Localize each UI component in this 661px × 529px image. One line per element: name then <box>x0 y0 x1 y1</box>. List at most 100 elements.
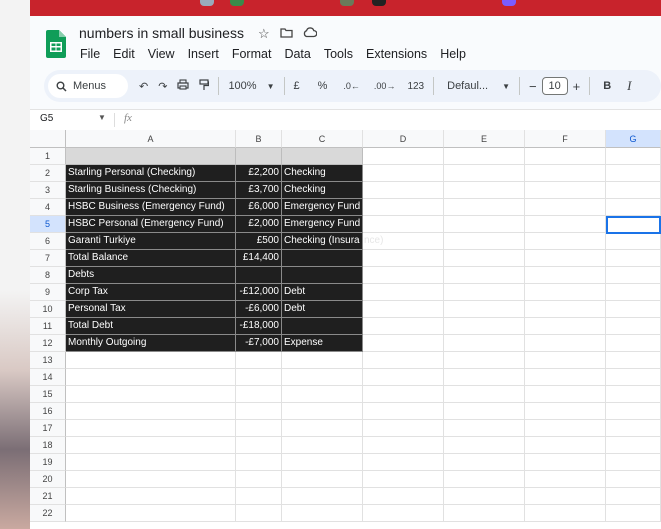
cell-d8[interactable] <box>363 267 444 284</box>
cell-a14[interactable] <box>66 369 236 386</box>
cell-c3[interactable]: Checking <box>282 182 363 199</box>
cell-b9[interactable]: -£12,000 <box>236 284 282 301</box>
cell-e9[interactable] <box>444 284 525 301</box>
cell-g6[interactable] <box>606 233 661 250</box>
cell-e3[interactable] <box>444 182 525 199</box>
row-header-6[interactable]: 6 <box>30 233 66 250</box>
cell-g3[interactable] <box>606 182 661 199</box>
cell-a21[interactable] <box>66 488 236 505</box>
cell-f8[interactable] <box>525 267 606 284</box>
cell-e8[interactable] <box>444 267 525 284</box>
cell-f4[interactable] <box>525 199 606 216</box>
cell-c11[interactable] <box>282 318 363 335</box>
cell-b11[interactable]: -£18,000 <box>236 318 282 335</box>
cell-d1[interactable] <box>363 148 444 165</box>
paint-format-icon[interactable] <box>194 78 214 94</box>
row-header-19[interactable]: 19 <box>30 454 66 471</box>
cell-c9[interactable]: Debt <box>282 284 363 301</box>
cell-d5[interactable] <box>363 216 444 233</box>
cell-f2[interactable] <box>525 165 606 182</box>
cell-c21[interactable] <box>282 488 363 505</box>
cell-d2[interactable] <box>363 165 444 182</box>
cell-e1[interactable] <box>444 148 525 165</box>
cell-b4[interactable]: £6,000 <box>236 199 282 216</box>
cell-d22[interactable] <box>363 505 444 522</box>
cell-a5[interactable]: HSBC Personal (Emergency Fund) <box>66 216 236 233</box>
column-header-f[interactable]: F <box>525 130 606 148</box>
cell-b7[interactable]: £14,400 <box>236 250 282 267</box>
undo-icon[interactable]: ↶ <box>134 80 153 93</box>
cell-d15[interactable] <box>363 386 444 403</box>
cell-d11[interactable] <box>363 318 444 335</box>
cell-f9[interactable] <box>525 284 606 301</box>
font-chevron-down-icon[interactable]: ▼ <box>497 82 515 91</box>
cell-f1[interactable] <box>525 148 606 165</box>
cell-g4[interactable] <box>606 199 661 216</box>
currency-format-button[interactable]: £ <box>289 80 305 92</box>
menu-insert[interactable]: Insert <box>188 47 219 61</box>
star-icon[interactable]: ☆ <box>258 26 270 42</box>
cell-e22[interactable] <box>444 505 525 522</box>
cell-d14[interactable] <box>363 369 444 386</box>
row-header-7[interactable]: 7 <box>30 250 66 267</box>
cell-d21[interactable] <box>363 488 444 505</box>
cell-b15[interactable] <box>236 386 282 403</box>
column-header-e[interactable]: E <box>444 130 525 148</box>
cell-f13[interactable] <box>525 352 606 369</box>
cell-a1[interactable] <box>66 148 236 165</box>
cell-a8[interactable]: Debts <box>66 267 236 284</box>
row-header-3[interactable]: 3 <box>30 182 66 199</box>
column-header-b[interactable]: B <box>236 130 282 148</box>
cell-e17[interactable] <box>444 420 525 437</box>
row-header-22[interactable]: 22 <box>30 505 66 522</box>
cell-c7[interactable] <box>282 250 363 267</box>
cell-f20[interactable] <box>525 471 606 488</box>
menu-extensions[interactable]: Extensions <box>366 47 427 61</box>
menu-help[interactable]: Help <box>440 47 466 61</box>
cell-d17[interactable] <box>363 420 444 437</box>
cell-g19[interactable] <box>606 454 661 471</box>
menu-format[interactable]: Format <box>232 47 272 61</box>
cell-e16[interactable] <box>444 403 525 420</box>
cell-g17[interactable] <box>606 420 661 437</box>
cell-g1[interactable] <box>606 148 661 165</box>
zoom-select[interactable]: 100% <box>223 80 261 92</box>
cell-c10[interactable]: Debt <box>282 301 363 318</box>
cell-c22[interactable] <box>282 505 363 522</box>
cell-b10[interactable]: -£6,000 <box>236 301 282 318</box>
cell-g22[interactable] <box>606 505 661 522</box>
more-formats-button[interactable]: 123 <box>402 81 429 92</box>
cell-a12[interactable]: Monthly Outgoing <box>66 335 236 352</box>
cell-a7[interactable]: Total Balance <box>66 250 236 267</box>
cell-d18[interactable] <box>363 437 444 454</box>
font-size-decrease-button[interactable]: − <box>524 79 542 94</box>
cell-b21[interactable] <box>236 488 282 505</box>
cell-f6[interactable] <box>525 233 606 250</box>
cell-g12[interactable] <box>606 335 661 352</box>
cell-f14[interactable] <box>525 369 606 386</box>
cell-c18[interactable] <box>282 437 363 454</box>
row-header-11[interactable]: 11 <box>30 318 66 335</box>
cell-c17[interactable] <box>282 420 363 437</box>
row-header-8[interactable]: 8 <box>30 267 66 284</box>
cell-e20[interactable] <box>444 471 525 488</box>
cell-c14[interactable] <box>282 369 363 386</box>
cell-b3[interactable]: £3,700 <box>236 182 282 199</box>
row-header-18[interactable]: 18 <box>30 437 66 454</box>
cell-f17[interactable] <box>525 420 606 437</box>
cell-f3[interactable] <box>525 182 606 199</box>
redo-icon[interactable]: ↷ <box>153 80 172 93</box>
cell-b12[interactable]: -£7,000 <box>236 335 282 352</box>
column-header-g[interactable]: G <box>606 130 661 148</box>
row-header-20[interactable]: 20 <box>30 471 66 488</box>
move-folder-icon[interactable] <box>280 26 293 42</box>
cell-g10[interactable] <box>606 301 661 318</box>
cell-b14[interactable] <box>236 369 282 386</box>
cell-d10[interactable] <box>363 301 444 318</box>
cell-f16[interactable] <box>525 403 606 420</box>
cell-d7[interactable] <box>363 250 444 267</box>
cell-g2[interactable] <box>606 165 661 182</box>
menu-tools[interactable]: Tools <box>324 47 353 61</box>
cell-e4[interactable] <box>444 199 525 216</box>
cell-b13[interactable] <box>236 352 282 369</box>
